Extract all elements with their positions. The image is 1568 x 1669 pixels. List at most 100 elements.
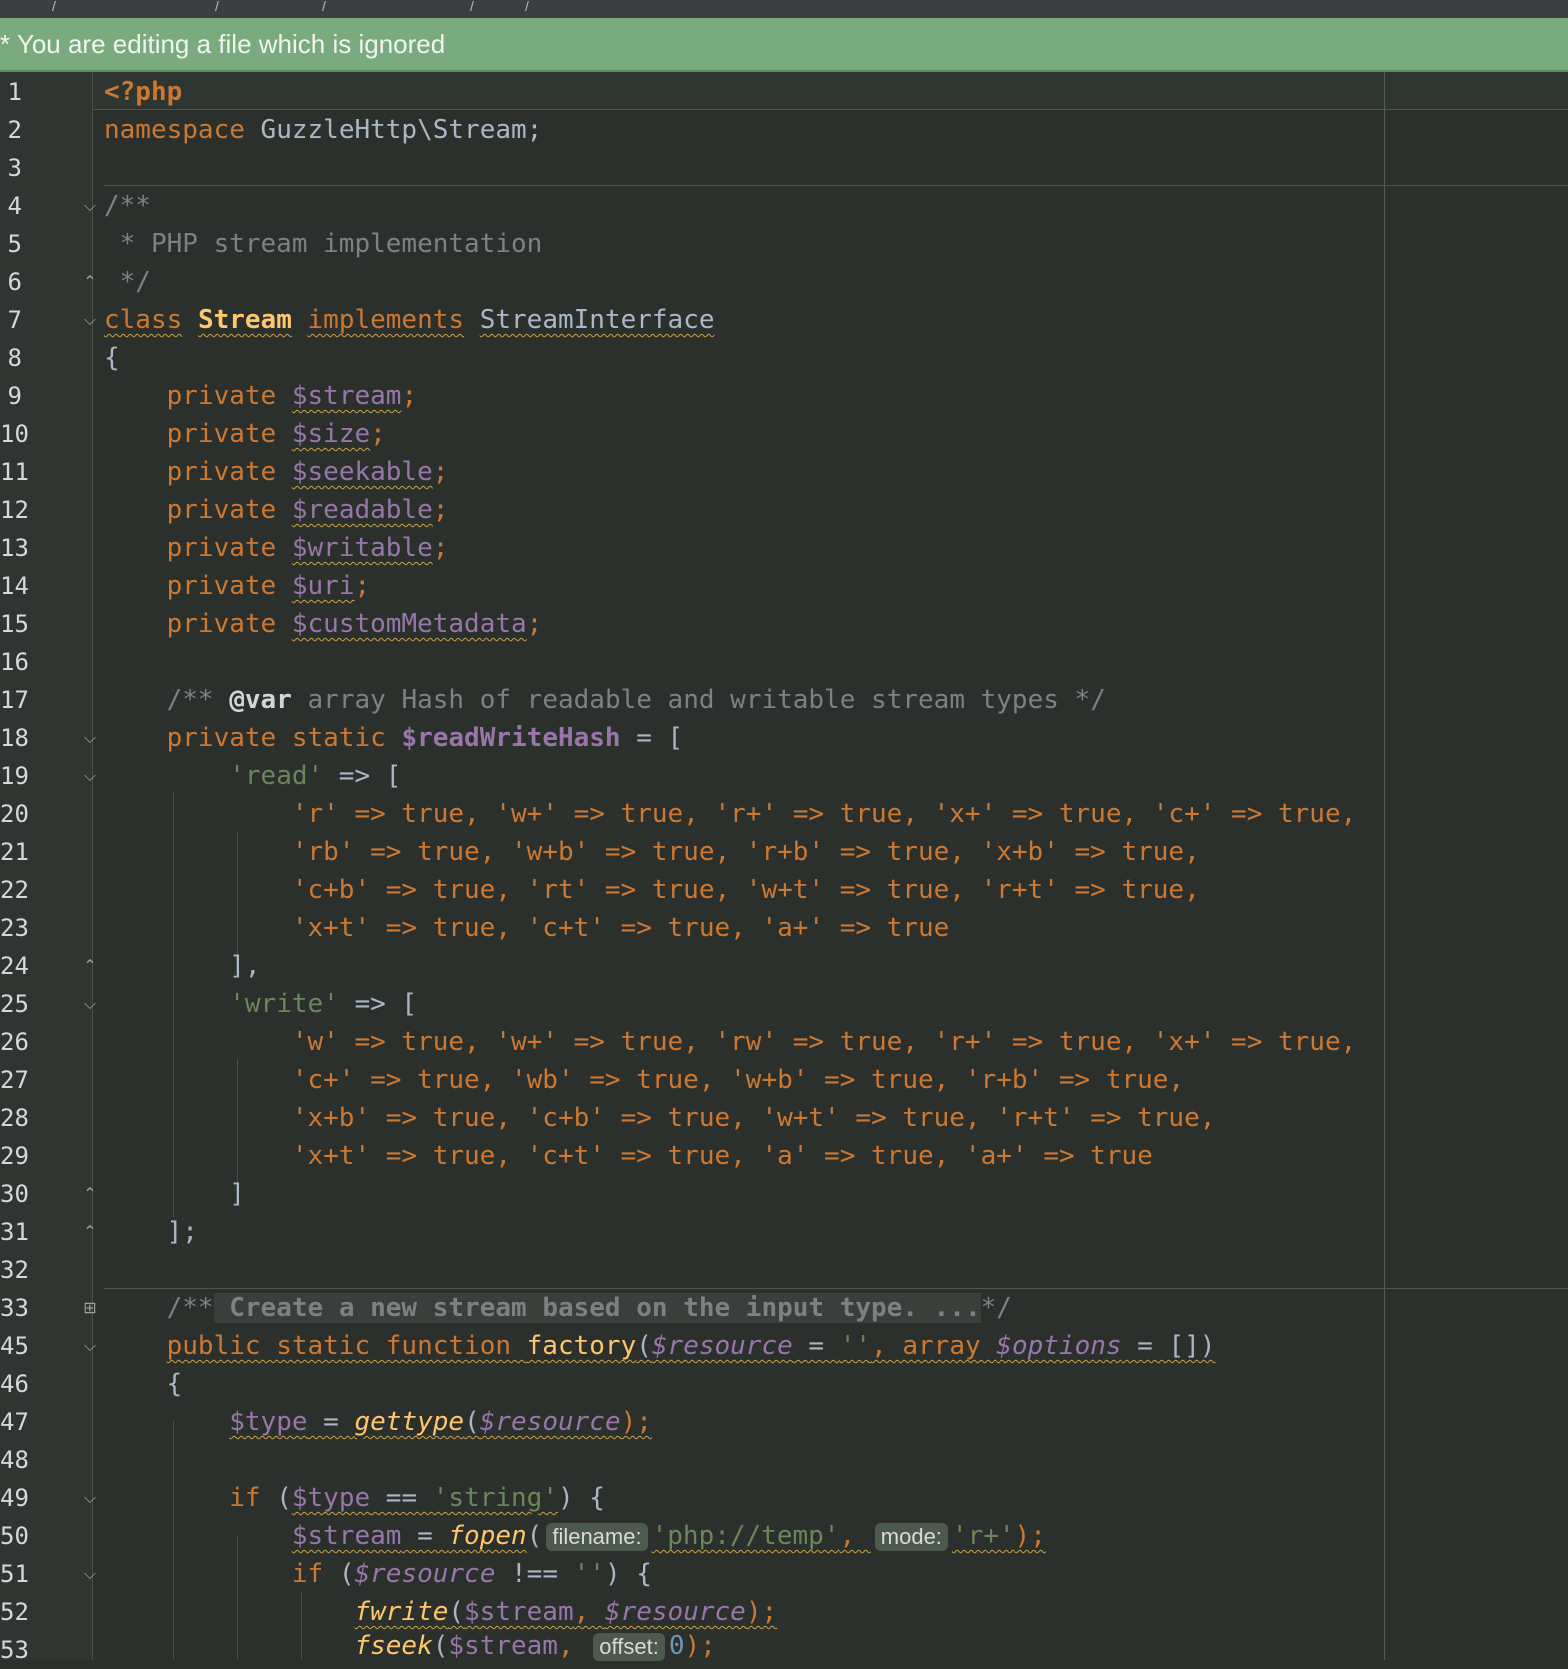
code-line[interactable]: fwrite($stream, $resource); xyxy=(104,1593,777,1631)
string-literal: 'string' xyxy=(432,1483,558,1513)
code-line[interactable]: <?php xyxy=(104,73,182,111)
fold-open-icon[interactable]: ⌵ xyxy=(82,311,98,329)
code-line[interactable]: private static $readWriteHash = [ xyxy=(104,719,684,757)
breadcrumb-separator: / xyxy=(215,0,219,14)
fold-open-icon[interactable]: ⌵ xyxy=(82,767,98,785)
fold-open-icon[interactable]: ⌵ xyxy=(82,1565,98,1583)
line-number: 6 xyxy=(7,268,22,296)
fold-open-icon[interactable]: ⌵ xyxy=(82,1489,98,1507)
breadcrumb-separator: / xyxy=(470,0,474,14)
code-line[interactable]: /** xyxy=(104,187,151,225)
fold-expand-icon[interactable]: ⊞ xyxy=(82,1299,98,1317)
code-line[interactable]: fseek($stream, offset: 0); xyxy=(104,1627,716,1665)
comma: , xyxy=(839,1521,871,1551)
operator: = xyxy=(307,1407,355,1437)
line-number: 24 xyxy=(0,952,29,980)
code-line[interactable]: if ($resource !== '') { xyxy=(104,1555,652,1593)
method-separator xyxy=(104,185,1568,186)
semicolon: ; xyxy=(432,457,449,487)
code-line[interactable]: { xyxy=(104,1365,183,1403)
line-number: 27 xyxy=(0,1066,29,1094)
operator: = xyxy=(401,1521,449,1551)
array-close: ], xyxy=(229,951,261,981)
code-line[interactable]: * PHP stream implementation xyxy=(104,225,543,263)
code-line[interactable]: { xyxy=(104,339,120,377)
paren: ( xyxy=(448,1597,465,1627)
code-line[interactable]: private $seekable; xyxy=(104,453,449,491)
line-number: 13 xyxy=(0,534,29,562)
line-number: 1 xyxy=(7,78,22,106)
fold-close-icon[interactable]: ⌃ xyxy=(82,273,98,291)
code-line[interactable]: 'x+t' => true, 'c+t' => true, 'a' => tru… xyxy=(104,1137,1153,1175)
method-separator xyxy=(92,109,1568,110)
folded-comment[interactable]: Create a new stream based on the input t… xyxy=(213,1293,981,1323)
code-line[interactable]: public static function factory($resource… xyxy=(104,1327,1216,1365)
code-line[interactable]: 'c+' => true, 'wb' => true, 'w+b' => tru… xyxy=(104,1061,1184,1099)
code-line[interactable]: 'rb' => true, 'w+b' => true, 'r+b' => tr… xyxy=(104,833,1200,871)
code-line[interactable]: namespace GuzzleHttp\Stream; xyxy=(104,111,542,149)
line-number: 4 xyxy=(7,192,22,220)
code-line[interactable]: ] xyxy=(104,1175,245,1213)
array-entries: 'r' => true, 'w+' => true, 'r+' => true,… xyxy=(291,799,1357,829)
code-line[interactable]: ], xyxy=(104,947,261,985)
code-line[interactable]: private $stream; xyxy=(104,377,417,415)
line-number: 7 xyxy=(7,306,22,334)
code-line[interactable]: 'write' => [ xyxy=(104,985,417,1023)
code-line[interactable]: 'read' => [ xyxy=(104,757,401,795)
line-number: 17 xyxy=(0,686,29,714)
variable: $resource xyxy=(479,1407,621,1437)
string-literal: '' xyxy=(573,1559,605,1589)
code-line[interactable]: 'x+b' => true, 'c+b' => true, 'w+t' => t… xyxy=(104,1099,1216,1137)
current-line-highlight xyxy=(92,72,1568,110)
code-line[interactable]: $stream = fopen(filename:'php://temp', m… xyxy=(104,1517,1046,1555)
fold-open-icon[interactable]: ⌵ xyxy=(82,197,98,215)
function-name: factory xyxy=(526,1331,637,1361)
operator: = xyxy=(792,1331,840,1361)
property-name: $writable xyxy=(291,533,433,563)
line-number: 9 xyxy=(7,382,22,410)
fold-open-icon[interactable]: ⌵ xyxy=(82,729,98,747)
line-number: 3 xyxy=(7,154,22,182)
fold-open-icon[interactable]: ⌵ xyxy=(82,995,98,1013)
function-call: fseek xyxy=(354,1631,433,1661)
code-line[interactable]: private $uri; xyxy=(104,567,371,605)
code-line[interactable]: 'c+b' => true, 'rt' => true, 'w+t' => tr… xyxy=(104,871,1200,909)
comma: , xyxy=(557,1631,590,1661)
arrow: => [ xyxy=(338,989,418,1019)
private-keyword: private xyxy=(166,571,277,601)
code-line[interactable]: */ xyxy=(104,263,151,301)
line-number: 45 xyxy=(0,1332,29,1360)
code-line[interactable]: 'x+t' => true, 'c+t' => true, 'a+' => tr… xyxy=(104,909,949,947)
var-annotation: @var xyxy=(229,685,292,715)
code-line[interactable]: /** Create a new stream based on the inp… xyxy=(104,1289,1012,1327)
line-number: 23 xyxy=(0,914,29,942)
array-entries: 'c+b' => true, 'rt' => true, 'w+t' => tr… xyxy=(291,875,1200,905)
variable: $type xyxy=(229,1407,308,1437)
line-number: 26 xyxy=(0,1028,29,1056)
code-line[interactable]: private $size; xyxy=(104,415,386,453)
semicolon: ; xyxy=(432,495,449,525)
variable: $stream xyxy=(291,1521,402,1551)
array-key: 'read' xyxy=(229,761,324,791)
code-line[interactable]: /** @var array Hash of readable and writ… xyxy=(104,681,1106,719)
fold-open-icon[interactable]: ⌵ xyxy=(82,1337,98,1355)
code-line[interactable]: private $readable; xyxy=(104,491,449,529)
code-line[interactable]: private $customMetadata; xyxy=(104,605,543,643)
code-line[interactable]: ]; xyxy=(104,1213,198,1251)
semicolon: ; xyxy=(370,419,386,449)
doc-comment-open: /** xyxy=(166,1293,214,1323)
fold-close-icon[interactable]: ⌃ xyxy=(82,1223,98,1241)
fold-close-icon[interactable]: ⌃ xyxy=(82,957,98,975)
code-line[interactable]: class Stream implements StreamInterface xyxy=(104,301,715,339)
array-key: 'write' xyxy=(229,989,339,1019)
code-line[interactable]: if ($type == 'string') { xyxy=(104,1479,605,1517)
code-line[interactable]: 'w' => true, 'w+' => true, 'rw' => true,… xyxy=(104,1023,1356,1061)
line-number: 51 xyxy=(0,1560,29,1588)
line-number: 50 xyxy=(0,1522,29,1550)
fold-close-icon[interactable]: ⌃ xyxy=(82,1185,98,1203)
array-entries: 'x+b' => true, 'c+b' => true, 'w+t' => t… xyxy=(291,1103,1216,1133)
code-line[interactable]: 'r' => true, 'w+' => true, 'r+' => true,… xyxy=(104,795,1356,833)
code-line[interactable]: $type = gettype($resource); xyxy=(104,1403,652,1441)
code-line[interactable]: private $writable; xyxy=(104,529,449,567)
property-name: $uri xyxy=(291,571,355,601)
